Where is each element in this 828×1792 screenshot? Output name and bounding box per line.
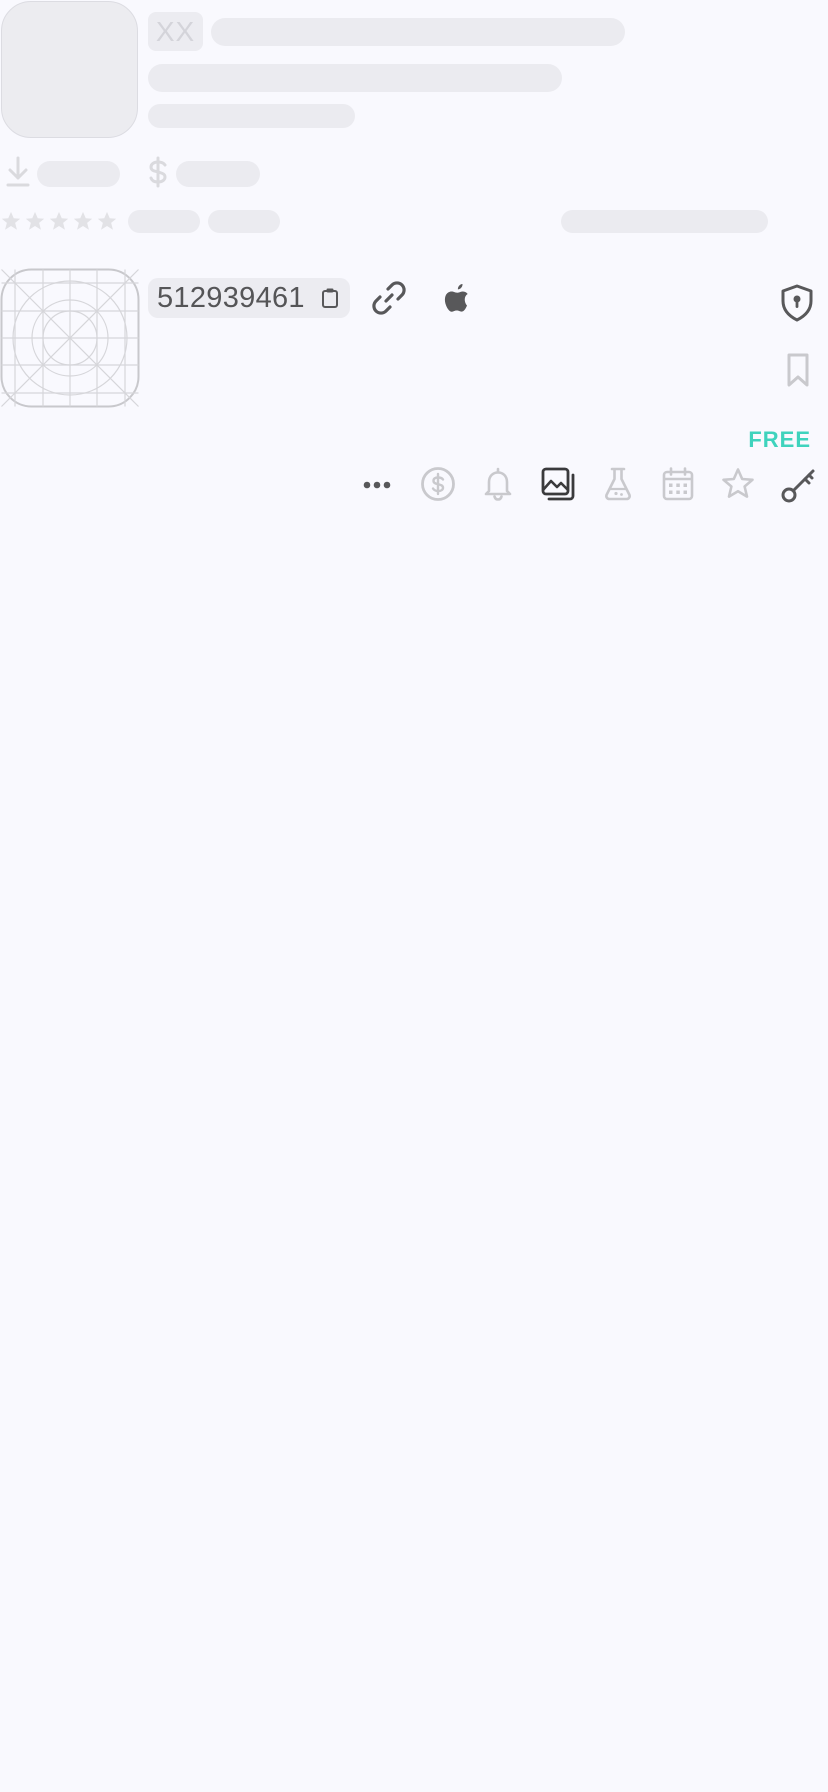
dollar-icon [149, 156, 167, 188]
star-icon [49, 211, 69, 230]
bell-icon[interactable] [483, 466, 513, 502]
flask-icon[interactable] [603, 466, 633, 502]
star-icon [73, 211, 93, 230]
dollar-circle-icon[interactable] [420, 466, 456, 502]
title-skeleton [211, 18, 625, 46]
app-icon-placeholder [1, 1, 138, 138]
rating-stars [0, 210, 118, 232]
app-icon-grid-placeholder [0, 268, 140, 408]
calendar-icon[interactable] [661, 466, 695, 502]
download-icon [6, 156, 30, 187]
shield-lock-icon[interactable] [780, 284, 814, 322]
price-label: FREE [748, 427, 811, 452]
star-icon[interactable] [720, 466, 756, 502]
images-icon[interactable] [540, 466, 576, 502]
more-icon[interactable] [362, 478, 392, 492]
app-id-chip[interactable]: 512939461 [148, 278, 350, 318]
rating-skeleton [128, 210, 200, 233]
developer-skeleton [148, 104, 355, 128]
star-icon [97, 211, 117, 230]
rating-count-skeleton [208, 210, 280, 233]
star-icon [25, 211, 45, 230]
app-id-text: 512939461 [157, 281, 305, 314]
clipboard-icon[interactable] [321, 287, 339, 309]
key-icon[interactable] [780, 464, 816, 504]
country-badge: XX [148, 12, 203, 51]
category-skeleton [561, 210, 768, 233]
subtitle-skeleton [148, 64, 562, 92]
bookmark-icon[interactable] [785, 352, 811, 388]
star-icon [1, 211, 21, 230]
link-icon[interactable] [371, 280, 407, 316]
apple-icon[interactable] [442, 281, 472, 315]
price-skeleton [176, 161, 260, 187]
downloads-skeleton [37, 161, 120, 187]
